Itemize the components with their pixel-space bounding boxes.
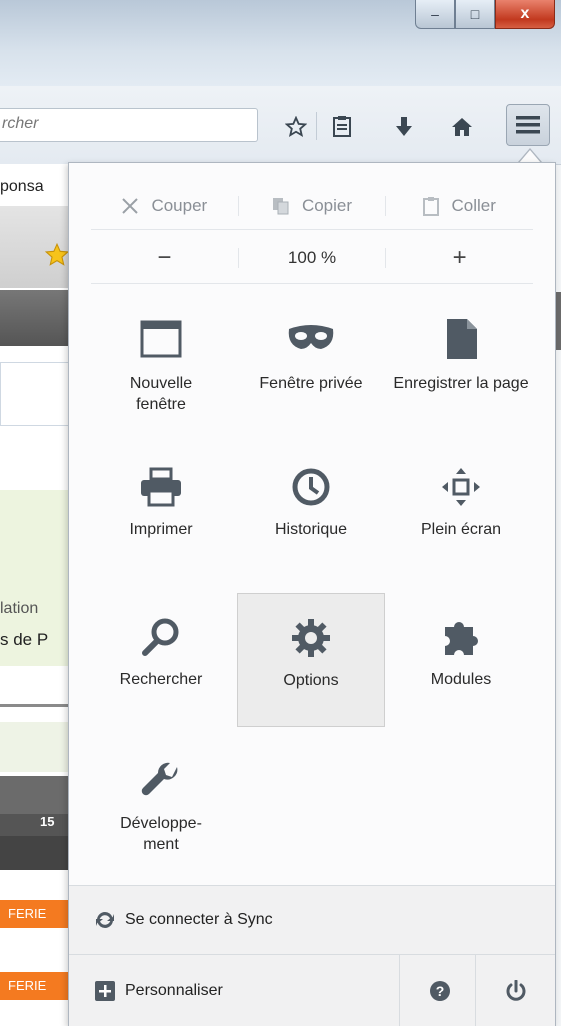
power-icon: [506, 979, 526, 1001]
menu-item-label: Nouvelle fenêtre: [129, 375, 193, 413]
cut-label: Couper: [151, 196, 208, 215]
copy-icon: [272, 198, 289, 215]
help-icon: ?: [430, 980, 450, 1001]
printer-icon: [141, 467, 181, 507]
clipboard-icon: [423, 197, 440, 216]
holiday-badge: FERIE: [0, 900, 70, 928]
panel-arrow: [518, 148, 542, 163]
restore-icon: □: [470, 6, 480, 22]
hamburger-menu-icon: [516, 116, 540, 134]
close-button[interactable]: x: [495, 0, 555, 29]
zoom-out-button[interactable]: −: [91, 244, 238, 272]
restore-button[interactable]: □: [455, 0, 495, 29]
menu-item-label: Modules: [430, 671, 492, 688]
options-button[interactable]: Options: [237, 593, 385, 727]
menu-item-label: Rechercher: [119, 671, 203, 688]
menu-item-label: Options: [283, 672, 339, 689]
wrench-icon: [141, 762, 178, 796]
fullscreen-button[interactable]: Plein écran: [387, 453, 535, 587]
sync-label: Se connecter à Sync: [125, 911, 273, 928]
private-mask-icon: [288, 325, 334, 349]
private-window-button[interactable]: Fenêtre privée: [237, 303, 385, 437]
panel-footer: Personnaliser ?: [69, 954, 555, 1026]
zoom-level[interactable]: 100 %: [237, 248, 387, 268]
edit-controls: Couper Copier Coller: [91, 183, 533, 230]
svg-text:?: ?: [436, 983, 445, 999]
cut-button[interactable]: Couper: [91, 196, 238, 216]
fullscreen-icon: [442, 468, 480, 506]
gear-icon: [292, 619, 330, 657]
bookmark-star-icon[interactable]: [282, 114, 310, 140]
plus-icon: [95, 980, 115, 1001]
minimize-icon: –: [431, 6, 439, 22]
new-window-icon: [140, 320, 182, 358]
search-button[interactable]: Rechercher: [87, 603, 235, 737]
copy-button[interactable]: Copier: [237, 196, 386, 216]
download-icon[interactable]: [390, 114, 418, 140]
sync-icon: [96, 912, 114, 928]
developer-button[interactable]: Développe-ment: [87, 747, 235, 881]
search-icon: [142, 618, 179, 656]
menu-item-label: Historique: [274, 521, 348, 538]
history-clock-icon: [292, 468, 330, 506]
toolbar-separator: [316, 112, 317, 140]
copy-label: Copier: [301, 196, 353, 215]
sync-button[interactable]: Se connecter à Sync: [69, 885, 555, 954]
zoom-in-button[interactable]: +: [386, 244, 533, 272]
customize-button[interactable]: Personnaliser: [69, 955, 223, 1026]
search-input[interactable]: rcher: [0, 108, 258, 142]
close-icon: x: [520, 5, 530, 22]
reading-list-icon[interactable]: [328, 114, 356, 140]
print-button[interactable]: Imprimer: [87, 453, 235, 587]
holiday-badge: FERIE: [0, 972, 70, 1000]
window-controls: – □ x: [415, 0, 555, 32]
save-page-icon: [447, 319, 477, 359]
navigation-toolbar: rcher: [0, 86, 561, 165]
history-button[interactable]: Historique: [237, 453, 385, 587]
home-icon[interactable]: [448, 114, 476, 140]
quit-button[interactable]: [475, 955, 556, 1026]
new-window-button[interactable]: Nouvelle fenêtre: [87, 303, 235, 437]
hamburger-menu-button[interactable]: [506, 104, 550, 146]
menu-item-label: Plein écran: [420, 521, 502, 538]
customize-label: Personnaliser: [125, 981, 223, 999]
scissors-icon: [122, 198, 139, 214]
menu-item-label: Fenêtre privée: [259, 375, 363, 392]
menu-panel: Couper Copier Coller − 100 % + Nouvelle …: [68, 162, 556, 1026]
help-button[interactable]: ?: [399, 955, 480, 1026]
menu-item-label: Enregistrer la page: [393, 375, 529, 392]
favorite-star-icon: [44, 242, 70, 266]
paste-label: Coller: [451, 196, 496, 215]
addons-button[interactable]: Modules: [387, 603, 535, 737]
save-page-button[interactable]: Enregistrer la page: [387, 303, 535, 437]
menu-item-label: Développe-ment: [120, 815, 202, 853]
puzzle-icon: [445, 621, 478, 655]
zoom-controls: − 100 % +: [91, 233, 533, 284]
page-scrollbar[interactable]: [556, 292, 561, 350]
window-titlebar: – □ x: [0, 0, 561, 86]
paste-button[interactable]: Coller: [385, 196, 533, 216]
menu-item-label: Imprimer: [129, 521, 193, 538]
minimize-button[interactable]: –: [415, 0, 455, 29]
